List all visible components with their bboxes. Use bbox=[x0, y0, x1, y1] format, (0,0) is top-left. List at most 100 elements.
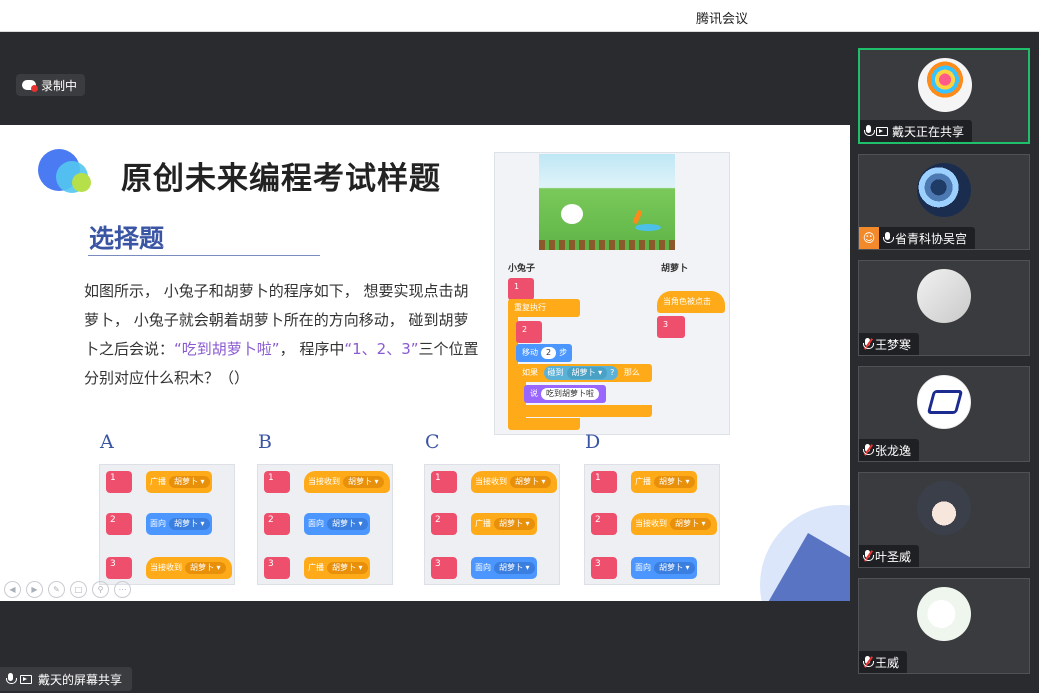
option-block: 当接收到 胡萝卜 ▾ bbox=[304, 471, 390, 493]
option-block-label: 面向 bbox=[635, 563, 651, 572]
question-text: 如图所示， 小兔子和胡萝卜的程序如下， 想要实现点击胡萝卜， 小兔子就会朝着胡萝… bbox=[84, 277, 479, 393]
shared-slide: 原创未来编程考试样题 选择题 如图所示， 小兔子和胡萝卜的程序如下， 想要实现点… bbox=[0, 125, 850, 601]
move-steps: 2 bbox=[541, 347, 557, 359]
option-block: 当接收到 胡萝卜 ▾ bbox=[146, 557, 232, 579]
slide-title: 原创未来编程考试样题 bbox=[121, 161, 441, 197]
option-slot-number: 3 bbox=[591, 557, 617, 579]
participant-nameplate: 王梦寒 bbox=[859, 333, 920, 355]
option-panel-c[interactable]: 1 当接收到 胡萝卜 ▾ 2 广播 胡萝卜 ▾ 3 面向 胡萝卜 ▾ bbox=[424, 464, 560, 585]
participant-tile[interactable]: 王梦寒 bbox=[858, 260, 1030, 356]
participant-tile[interactable]: 王威 bbox=[858, 578, 1030, 674]
mic-slash-icon bbox=[863, 656, 874, 668]
character-avatar bbox=[917, 587, 971, 641]
option-block-pill: 胡萝卜 ▾ bbox=[654, 562, 695, 574]
scratch-carrot-hat-block: 当角色被点击 bbox=[657, 291, 725, 313]
option-block-label: 当接收到 bbox=[308, 477, 340, 486]
option-block-pill: 胡萝卜 ▾ bbox=[343, 476, 384, 488]
option-block-pill: 胡萝卜 ▾ bbox=[654, 476, 695, 488]
option-panel-a[interactable]: 1 广播 胡萝卜 ▾ 2 面向 胡萝卜 ▾ 3 当接收到 胡萝卜 ▾ bbox=[99, 464, 235, 585]
question-quote: “吃到胡萝卜啦” bbox=[174, 340, 280, 358]
next-slide-icon[interactable]: ▶ bbox=[26, 581, 43, 598]
option-block-pill: 胡萝卜 ▾ bbox=[169, 476, 210, 488]
screen-share-name: 戴天的屏幕共享 bbox=[38, 672, 123, 687]
option-letter-b: B bbox=[258, 431, 272, 453]
window-title: 腾讯会议 bbox=[695, 12, 748, 27]
option-block-label: 当接收到 bbox=[150, 563, 182, 572]
scratch-slot-3: 3 bbox=[657, 316, 685, 338]
option-letter-d: D bbox=[585, 431, 601, 453]
mic-icon bbox=[864, 125, 875, 137]
option-slot-number: 2 bbox=[264, 513, 290, 535]
question-part: ， 程序中 bbox=[279, 340, 345, 358]
option-block: 面向 胡萝卜 ▾ bbox=[631, 557, 697, 579]
recording-badge[interactable]: 录制中 bbox=[16, 74, 86, 96]
option-block: 广播 胡萝卜 ▾ bbox=[631, 471, 697, 493]
option-panel-b[interactable]: 1 当接收到 胡萝卜 ▾ 2 面向 胡萝卜 ▾ 3 广播 胡萝卜 ▾ bbox=[257, 464, 393, 585]
option-block: 面向 胡萝卜 ▾ bbox=[146, 513, 212, 535]
scratch-if-end bbox=[516, 405, 652, 417]
scratch-stage bbox=[539, 154, 675, 250]
option-block-label: 广播 bbox=[475, 519, 491, 528]
scratch-move-block: 移动 2 步 bbox=[516, 344, 572, 362]
option-block-pill: 胡萝卜 ▾ bbox=[494, 518, 535, 530]
option-block-label: 面向 bbox=[308, 519, 324, 528]
section-underline bbox=[88, 255, 320, 256]
participant-tile[interactable]: 叶圣威 bbox=[858, 472, 1030, 568]
participant-tile[interactable]: 戴天正在共享 bbox=[858, 48, 1030, 144]
participant-name: 叶圣威 bbox=[875, 549, 912, 564]
participant-name: 戴天正在共享 bbox=[892, 124, 965, 139]
participant-name: 王梦寒 bbox=[875, 337, 912, 352]
pen-icon[interactable]: ✎ bbox=[48, 581, 65, 598]
touching-condition: 碰到 胡萝卜 ▾? bbox=[543, 366, 619, 380]
option-slot-number: 1 bbox=[264, 471, 290, 493]
option-panel-d[interactable]: 1 广播 胡萝卜 ▾ 2 当接收到 胡萝卜 ▾ 3 面向 胡萝卜 ▾ bbox=[584, 464, 720, 585]
zoom-icon[interactable]: ⚲ bbox=[92, 581, 109, 598]
then-label: 那么 bbox=[623, 368, 640, 377]
option-slot-number: 3 bbox=[431, 557, 457, 579]
option-slot-number: 3 bbox=[264, 557, 290, 579]
touching-question: ? bbox=[610, 368, 615, 377]
option-slot-number: 2 bbox=[106, 513, 132, 535]
option-block: 面向 胡萝卜 ▾ bbox=[471, 557, 537, 579]
option-slot-number: 2 bbox=[591, 513, 617, 535]
pages-icon[interactable]: □ bbox=[70, 581, 87, 598]
prev-slide-icon[interactable]: ◀ bbox=[4, 581, 21, 598]
meeting-window: 腾讯会议 录制中 原创未来编程考试样题 选择题 如图所示， 小兔子和胡萝卜的程序… bbox=[0, 0, 1039, 693]
participant-name: 王威 bbox=[875, 655, 900, 670]
logo-avatar bbox=[917, 375, 971, 429]
participant-tile[interactable]: 张龙逸 bbox=[858, 366, 1030, 462]
title-bar: 腾讯会议 bbox=[0, 0, 1039, 32]
carrot-sprite-icon bbox=[632, 209, 643, 225]
scratch-say-block: 说吃到胡萝卜啦 bbox=[524, 385, 606, 403]
scratch-slot-2: 2 bbox=[516, 321, 542, 343]
touching-target: 胡萝卜 ▾ bbox=[566, 367, 608, 379]
option-slot-number: 3 bbox=[106, 557, 132, 579]
option-block-pill: 胡萝卜 ▾ bbox=[670, 518, 711, 530]
participant-nameplate: 王威 bbox=[859, 651, 908, 673]
mic-muted-icon bbox=[863, 338, 874, 350]
option-block-label: 当接收到 bbox=[475, 477, 507, 486]
rabbit-sprite-icon bbox=[561, 204, 583, 224]
option-block-label: 广播 bbox=[150, 477, 166, 486]
option-slot-number: 1 bbox=[106, 471, 132, 493]
mic-slash-icon bbox=[863, 338, 874, 350]
more-icon[interactable]: ⋯ bbox=[114, 581, 131, 598]
screen-share-icon bbox=[876, 126, 888, 136]
option-block: 广播 胡萝卜 ▾ bbox=[471, 513, 537, 535]
option-block-pill: 胡萝卜 ▾ bbox=[327, 562, 368, 574]
carrot-sprite-label: 胡萝卜 bbox=[661, 264, 689, 274]
option-block: 当接收到 胡萝卜 ▾ bbox=[471, 471, 557, 493]
screen-share-icon bbox=[20, 674, 32, 684]
option-block: 广播 胡萝卜 ▾ bbox=[304, 557, 370, 579]
rabbit-sprite-label: 小兔子 bbox=[508, 264, 536, 274]
sketch-avatar bbox=[917, 269, 971, 323]
participant-tile[interactable]: 省青科协吴宫 bbox=[858, 154, 1030, 250]
host-icon bbox=[859, 227, 879, 249]
mic-slash-icon bbox=[863, 550, 874, 562]
scratch-forever-block: 重复执行 bbox=[508, 299, 580, 317]
participant-nameplate: 张龙逸 bbox=[859, 439, 920, 461]
question-numbers: “1、2、3” bbox=[344, 340, 419, 358]
move-label: 移动 bbox=[522, 348, 538, 357]
option-block-pill: 胡萝卜 ▾ bbox=[510, 476, 551, 488]
say-text: 吃到胡萝卜啦 bbox=[541, 388, 599, 400]
